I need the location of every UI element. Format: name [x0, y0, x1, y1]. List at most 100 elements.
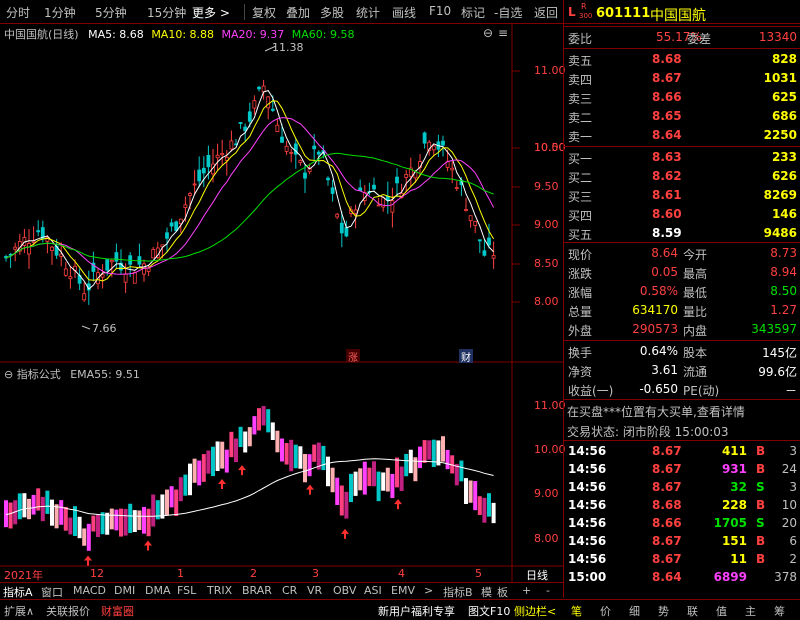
tab-xi[interactable]: 细: [629, 603, 640, 619]
tab-cr[interactable]: CR: [282, 584, 297, 597]
f10-button[interactable]: 图文F10: [468, 603, 510, 619]
tab-lian[interactable]: 联: [687, 603, 698, 619]
tab-zhu[interactable]: 主: [745, 603, 756, 619]
stat-label: 内盘: [683, 324, 708, 338]
related-quote-tab[interactable]: 关联报价: [46, 603, 90, 619]
high-price-label: 11.38: [272, 41, 304, 54]
stat2-label: 股本: [683, 346, 708, 360]
toolbar-5min[interactable]: 5分钟: [95, 4, 127, 21]
tab-macd[interactable]: MACD: [73, 584, 106, 597]
tick-row: 14:56 8.67 151 B 6: [564, 532, 800, 551]
fortune-circle-tab[interactable]: 财富圈: [101, 603, 134, 619]
time-label: 3: [312, 567, 319, 580]
ask-label: 卖五: [568, 54, 593, 68]
toolbar-more[interactable]: 更多 >: [192, 4, 230, 21]
tab-more[interactable]: >: [424, 584, 433, 597]
tab-zhi[interactable]: 值: [716, 603, 727, 619]
tab-chuangkou[interactable]: 窗口: [41, 584, 63, 600]
market-badge: L: [568, 5, 576, 19]
bid-price: 8.60: [652, 207, 682, 221]
kline-title: 中国国航(日线): [4, 28, 79, 41]
tab-trix[interactable]: TRIX: [207, 584, 232, 597]
tick-row: 14:56 8.67 931 B 24: [564, 460, 800, 479]
toolbar-tongji[interactable]: 统计: [356, 4, 380, 21]
ma60-label: MA60: 9.58: [291, 28, 355, 41]
tab-dmi[interactable]: DMI: [114, 584, 135, 597]
tick-count: 3: [789, 444, 797, 458]
new-user-welfare-link[interactable]: 新用户福利专享: [378, 603, 455, 619]
toolbar-back[interactable]: 返回: [534, 4, 558, 21]
tick-row: 14:56 8.68 228 B 10: [564, 496, 800, 515]
indicator-header: ⊖ 指标公式 EMA55: 9.51: [4, 366, 140, 382]
time-label: 5: [475, 567, 482, 580]
tab-chou[interactable]: 筹: [774, 603, 785, 619]
tab-asi[interactable]: ASI: [364, 584, 382, 597]
stat2-label: 换手: [568, 346, 593, 360]
kline-collapse-icon[interactable]: ⊖: [483, 26, 493, 40]
ask-row: 卖五 8.68 828: [564, 50, 800, 69]
tab-shi[interactable]: 势: [658, 603, 669, 619]
toolbar-fuquan[interactable]: 复权: [252, 4, 276, 21]
bid-label: 买四: [568, 209, 593, 223]
collapse-icon[interactable]: ⊖: [4, 368, 13, 381]
bid-price: 8.59: [652, 226, 682, 240]
tab-ban[interactable]: 板: [497, 584, 508, 600]
ask-volume: 686: [771, 109, 797, 123]
toolbar-1min[interactable]: 1分钟: [44, 4, 76, 21]
tab-zhibiao-b[interactable]: 指标B: [443, 584, 473, 600]
period-label[interactable]: 日线: [526, 567, 548, 583]
tab-mo[interactable]: 模: [481, 584, 492, 600]
ind-tick: 9.00: [534, 487, 559, 500]
tick-side: B: [756, 462, 766, 476]
tab-fsl[interactable]: FSL: [177, 584, 196, 597]
tab-emv[interactable]: EMV: [391, 584, 415, 597]
stat-label: 量比: [683, 305, 708, 319]
toolbar-15min[interactable]: 15分钟: [147, 4, 186, 21]
toolbar-fenshi[interactable]: 分时: [6, 4, 30, 21]
stat-label: 最高: [683, 267, 708, 281]
bid-volume: 146: [771, 207, 797, 221]
toolbar-biaoji[interactable]: 标记: [461, 4, 485, 21]
toolbar-zixuan[interactable]: -自选: [494, 4, 522, 21]
ma10-label: MA10: 8.88: [151, 28, 215, 41]
tab-plus[interactable]: +: [522, 584, 531, 597]
price-tick: 9.50: [534, 180, 559, 193]
kline-menu-icon[interactable]: ≡: [498, 26, 508, 40]
sidebar-button[interactable]: 侧边栏<: [514, 603, 556, 619]
stat2-value: 3.61: [651, 363, 678, 377]
badge-num: 300: [579, 12, 593, 20]
tick-price: 8.67: [652, 534, 682, 548]
tick-volume: 151: [721, 534, 747, 548]
tick-price: 8.68: [652, 498, 682, 512]
tab-jia[interactable]: 价: [600, 603, 611, 619]
event-marker-zhang[interactable]: 涨: [346, 349, 360, 364]
stat-value: 8.73: [770, 246, 797, 260]
tab-brar[interactable]: BRAR: [242, 584, 272, 597]
tab-obv[interactable]: OBV: [333, 584, 356, 597]
price-tick: 9.00: [534, 218, 559, 231]
bid-row: 买三 8.61 8269: [564, 186, 800, 205]
toolbar-f10[interactable]: F10: [429, 4, 451, 18]
toolbar-diejia[interactable]: 叠加: [286, 4, 310, 21]
ema-label: EMA55: 9.51: [70, 368, 140, 381]
time-label: 12: [90, 567, 104, 580]
tick-price: 8.67: [652, 552, 682, 566]
tab-dma[interactable]: DMA: [145, 584, 171, 597]
kline-chart-area[interactable]: [0, 24, 563, 582]
ind-tick: 10.00: [534, 443, 566, 456]
expand-button[interactable]: 扩展∧: [4, 603, 34, 619]
tick-count: 24: [781, 462, 797, 476]
stat2-value: 99.6亿: [758, 365, 797, 379]
bid-price: 8.62: [652, 169, 682, 183]
tab-minus[interactable]: -: [546, 584, 550, 597]
toolbar-duogu[interactable]: 多股: [320, 4, 344, 21]
tab-vr[interactable]: VR: [307, 584, 322, 597]
toolbar-huaxian[interactable]: 画线: [392, 4, 416, 21]
tab-bi[interactable]: 笔: [571, 603, 582, 619]
bid-price: 8.61: [652, 188, 682, 202]
big-order-notice[interactable]: 在买盘***位置有大买单,查看详情: [564, 401, 800, 420]
stat-value: 0.58%: [639, 284, 678, 298]
ask-volume: 1031: [763, 71, 797, 85]
event-marker-cai[interactable]: 财: [459, 349, 473, 364]
tab-zhibiao-a[interactable]: 指标A: [3, 584, 33, 600]
